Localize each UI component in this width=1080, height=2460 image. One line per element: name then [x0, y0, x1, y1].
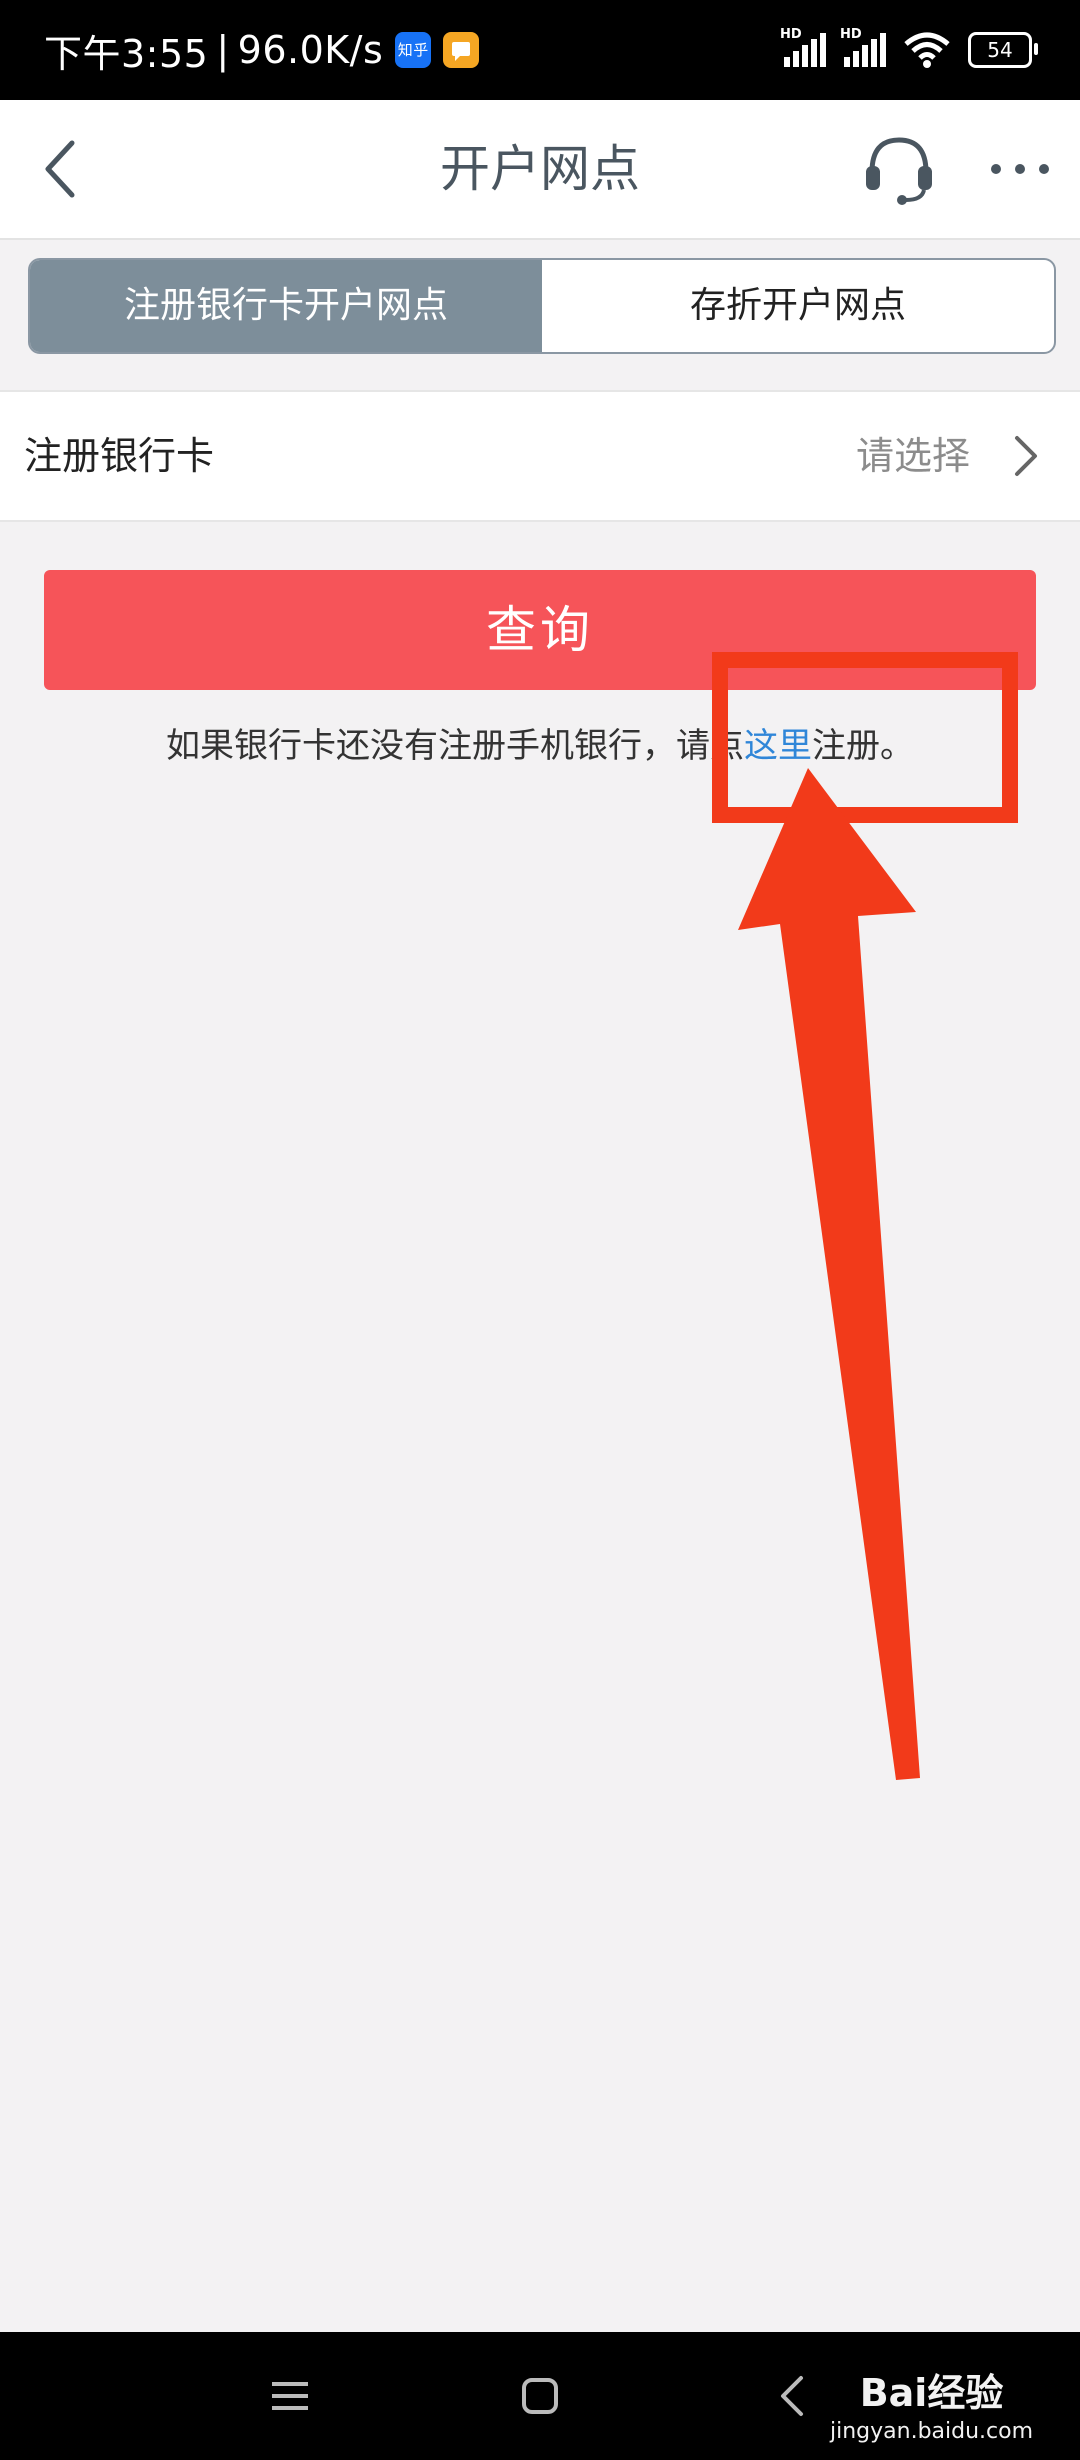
system-nav-bar: Bai经验 jingyan.baidu.com: [0, 2332, 1080, 2460]
watermark-text: Bai经验: [859, 2371, 1004, 2415]
zhihu-icon: 知乎: [395, 32, 432, 68]
hint-prefix: 如果银行卡还没有注册手机银行，请点: [166, 726, 744, 766]
tab-registered-card-branches[interactable]: 注册银行卡开户网点: [30, 260, 542, 352]
home-icon[interactable]: [520, 2376, 560, 2416]
status-left: 下午3:55 | 96.0K/s 知乎: [44, 22, 480, 78]
status-bar: 下午3:55 | 96.0K/s 知乎 HD HD 54: [0, 0, 1080, 100]
annotation-arrow: [738, 768, 920, 1780]
status-time: 下午3:55: [44, 31, 209, 76]
signal-icon-2: HD: [840, 27, 886, 67]
battery-level: 54: [987, 38, 1013, 62]
tab-passbook-branches[interactable]: 存折开户网点: [542, 260, 1054, 352]
baidu-watermark: Bai经验 jingyan.baidu.com: [830, 2362, 1033, 2444]
menu-icon[interactable]: [270, 2376, 310, 2416]
status-separator: |: [216, 28, 230, 72]
query-button[interactable]: 查询: [44, 570, 1036, 690]
register-here-link[interactable]: 这里: [744, 726, 812, 766]
battery-icon: 54: [968, 32, 1038, 68]
annotation-overlay: [712, 652, 1018, 1780]
select-card-label: 注册银行卡: [24, 434, 215, 478]
select-card-value: 请选择: [855, 434, 970, 478]
message-icon: [443, 32, 480, 68]
headset-icon[interactable]: [862, 132, 936, 206]
status-right: HD HD 54: [780, 27, 1038, 72]
register-hint: 如果银行卡还没有注册手机银行，请点这里注册。: [0, 718, 1080, 767]
signal-icon: HD: [780, 27, 826, 67]
wifi-icon: [904, 32, 950, 68]
watermark-url: jingyan.baidu.com: [830, 2419, 1034, 2444]
navigation-bar: 开户网点: [0, 100, 1080, 240]
back-nav-icon[interactable]: [778, 2374, 806, 2418]
network-speed: 96.0K/s: [237, 28, 384, 72]
chevron-right-icon: [1015, 436, 1037, 476]
segmented-tabs: 注册银行卡开户网点 存折开户网点: [28, 258, 1056, 354]
more-icon[interactable]: [988, 152, 1052, 186]
hint-suffix: 注册。: [812, 726, 914, 766]
select-card-row[interactable]: 注册银行卡 请选择: [0, 390, 1080, 522]
